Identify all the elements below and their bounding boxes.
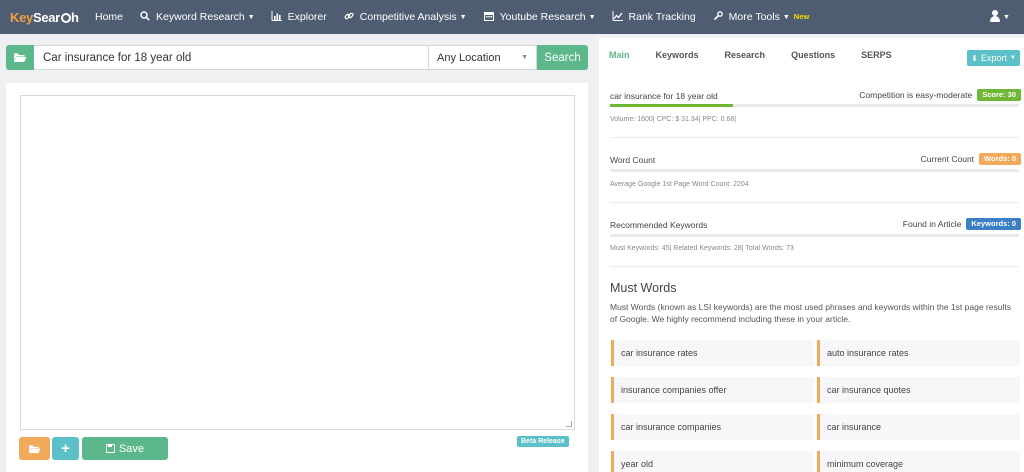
nav-item-label: More Tools [728,11,780,23]
link-icon [343,11,355,24]
nav-item-label: Youtube Research [499,11,586,23]
line-chart-icon [612,10,624,24]
score-progress-bar [610,104,1019,107]
tab-main[interactable]: Main [609,50,630,60]
must-word-item[interactable]: auto insurance rates [817,340,1020,366]
logo-text-key: Key [10,9,33,25]
competition-text: Competition is easy-moderate [859,90,973,100]
calendar-icon [483,11,495,24]
keyword-metrics: Volume: 1600| CPC: $ 31.34| PPC: 0.68| [610,116,737,123]
divider [610,137,1019,138]
keyword-search-input[interactable] [34,45,429,70]
open-document-button[interactable] [19,437,50,460]
word-count-progress-bar [610,169,1019,172]
beta-release-badge: Beta Release [517,436,569,447]
top-navbar: Key Sear h Home Keyword Research ▼ Explore… [0,0,1024,34]
must-word-item[interactable]: car insurance rates [611,340,814,366]
nav-item-home[interactable]: Home [82,0,131,34]
analysis-panel: Main Keywords Research Questions SERPS ⬇… [599,38,1024,472]
nav-item-rank-tracking[interactable]: Rank Tracking [604,0,704,34]
caret-down-icon: ▼ [247,13,255,21]
must-word-item[interactable]: minimum coverage [817,451,1020,472]
folder-open-icon [14,53,27,62]
logo-text-end: h [70,9,79,25]
logo-text-search: Sear [32,9,60,25]
user-icon-body [990,16,1000,22]
nav-item-label: Home [95,11,124,23]
found-in-article-info: Found in Article Keywords: 0 [903,218,1021,230]
keywords-progress-bar [610,234,1019,237]
save-disk-icon [105,444,115,453]
tab-questions[interactable]: Questions [791,50,835,60]
caret-down-icon: ▼ [782,13,790,21]
keyword-label: car insurance for 18 year old [610,91,718,101]
keyword-counts: Must Keywords: 45| Related Keywords: 28|… [610,245,794,252]
nav-item-more-tools[interactable]: More Tools ▼ New [704,0,818,34]
nav-item-youtube-research[interactable]: Youtube Research ▼ [475,0,604,34]
must-word-item[interactable]: year old [611,451,814,472]
tab-research[interactable]: Research [725,50,766,60]
download-icon: ⬇ [971,53,978,63]
user-menu[interactable]: ▼ [990,10,1012,24]
folder-open-icon [29,444,41,453]
nav-item-label: Explorer [287,11,327,23]
nav-item-competitive-analysis[interactable]: Competitive Analysis ▼ [335,0,475,34]
keywords-badge: Keywords: 0 [966,218,1021,230]
resize-handle-icon[interactable] [566,421,572,427]
nav-item-label: Rank Tracking [628,11,696,23]
save-button[interactable]: Save [82,437,168,460]
save-button-label: Save [118,442,145,455]
must-word-item[interactable]: car insurance [817,414,1020,440]
new-badge: New [793,11,810,21]
editor-panel: Beta Release + Save [6,83,588,472]
analysis-tabs: Main Keywords Research Questions SERPS [609,50,918,60]
must-words-description: Must Words (known as LSI keywords) are t… [610,302,1011,324]
divider [610,266,1019,267]
competition-info: Competition is easy-moderate Score: 30 [859,89,1021,101]
bar-chart-icon [271,10,283,24]
word-count-label: Word Count [610,155,656,165]
tab-serps[interactable]: SERPS [861,50,892,60]
add-button[interactable]: + [52,437,79,460]
caret-down-icon: ▼ [1009,55,1016,61]
nav-menu: Home Keyword Research ▼ Explorer Competi… [82,0,817,34]
divider [610,202,1019,203]
caret-down-icon: ▼ [588,13,596,21]
location-select-value: Any Location [437,51,501,64]
search-button[interactable]: Search [537,45,588,70]
nav-item-explorer[interactable]: Explorer [263,0,335,34]
recommended-keywords-label: Recommended Keywords [610,220,708,230]
export-button[interactable]: ⬇ Export ▼ [967,50,1020,66]
must-word-item[interactable]: car insurance quotes [817,377,1020,403]
average-word-count: Average Google 1st Page Word Count: 2204 [610,181,749,188]
must-word-item[interactable]: insurance companies offer [611,377,814,403]
logo-magnifier-icon [60,13,71,23]
nav-item-label: Keyword Research [156,11,245,23]
found-in-article-text: Found in Article [902,219,962,229]
current-count-info: Current Count Words: 0 [921,153,1021,165]
wrench-icon [712,10,724,24]
word-count-badge: Words: 0 [979,153,1021,165]
caret-down-icon: ▼ [459,13,467,21]
location-select[interactable]: Any Location ▼ [429,45,537,70]
article-editor[interactable] [20,95,575,430]
score-badge: Score: 30 [977,89,1021,101]
score-progress-fill [610,104,733,107]
nav-item-keyword-research[interactable]: Keyword Research ▼ [131,0,263,34]
nav-item-label: Competitive Analysis [359,11,457,23]
keysearch-logo[interactable]: Key Sear h [0,0,82,34]
caret-down-icon: ▼ [1003,14,1010,21]
open-file-button[interactable] [6,45,34,70]
search-icon [139,10,151,24]
must-words-title: Must Words [610,281,677,295]
tab-keywords[interactable]: Keywords [656,50,699,60]
search-bar: Any Location ▼ Search [6,45,588,70]
chevron-down-icon: ▼ [521,54,528,61]
export-button-label: Export [980,53,1007,63]
current-count-text: Current Count [920,154,975,164]
must-word-item[interactable]: car insurance companies [611,414,814,440]
